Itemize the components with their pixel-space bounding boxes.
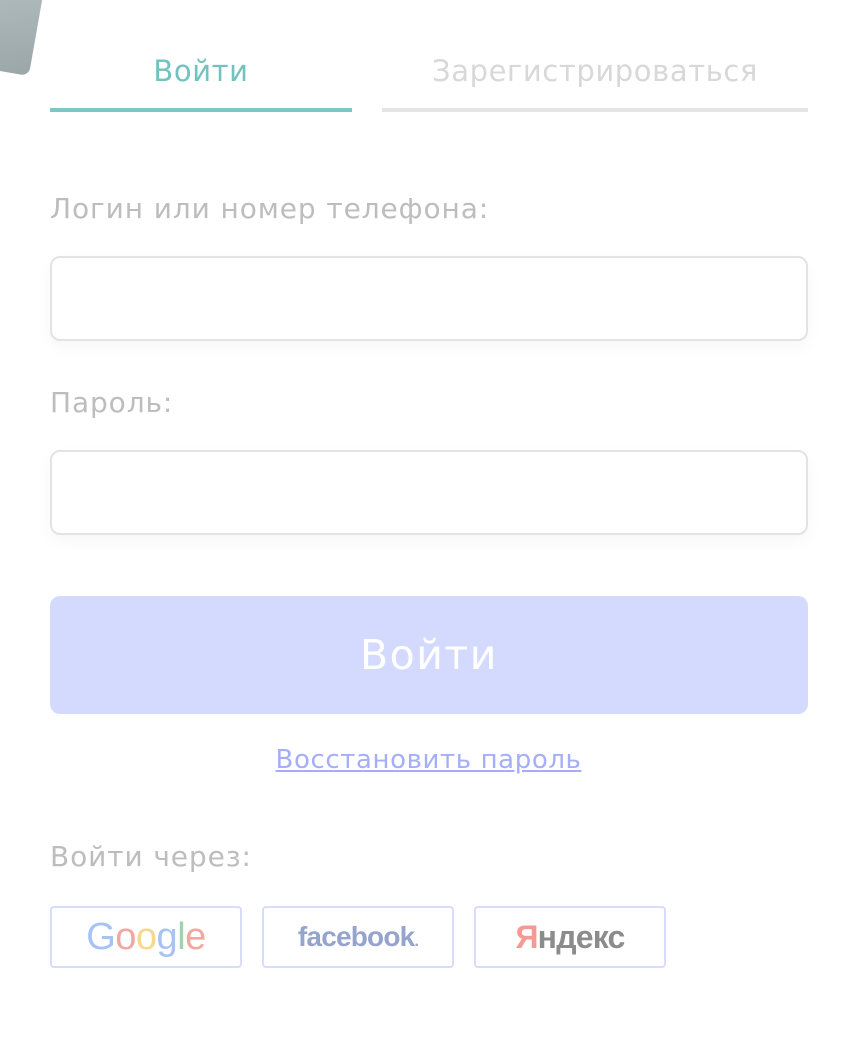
login-panel: Войти Зарегистрироваться Логин или номер… [0, 0, 857, 1046]
password-input[interactable] [50, 450, 808, 535]
auth-tabs: Войти Зарегистрироваться [50, 40, 808, 112]
password-field-label: Пароль: [50, 386, 174, 419]
tab-login[interactable]: Войти [50, 40, 352, 112]
yandex-logo-icon: Яндекс [515, 918, 625, 955]
facebook-login-button[interactable]: facebook. [262, 906, 454, 968]
social-login-label: Войти через: [50, 840, 252, 873]
tab-register[interactable]: Зарегистрироваться [382, 40, 808, 112]
google-logo-icon: Google [86, 915, 206, 958]
login-submit-button[interactable]: Войти [50, 596, 808, 714]
facebook-logo-icon: facebook. [297, 921, 419, 952]
login-input[interactable] [50, 256, 808, 341]
restore-password-row: Восстановить пароль [0, 745, 857, 775]
login-field-label: Логин или номер телефона: [50, 192, 490, 225]
restore-password-link[interactable]: Восстановить пароль [276, 745, 582, 775]
yandex-login-button[interactable]: Яндекс [474, 906, 666, 968]
corner-decoration [0, 0, 47, 77]
google-login-button[interactable]: Google [50, 906, 242, 968]
